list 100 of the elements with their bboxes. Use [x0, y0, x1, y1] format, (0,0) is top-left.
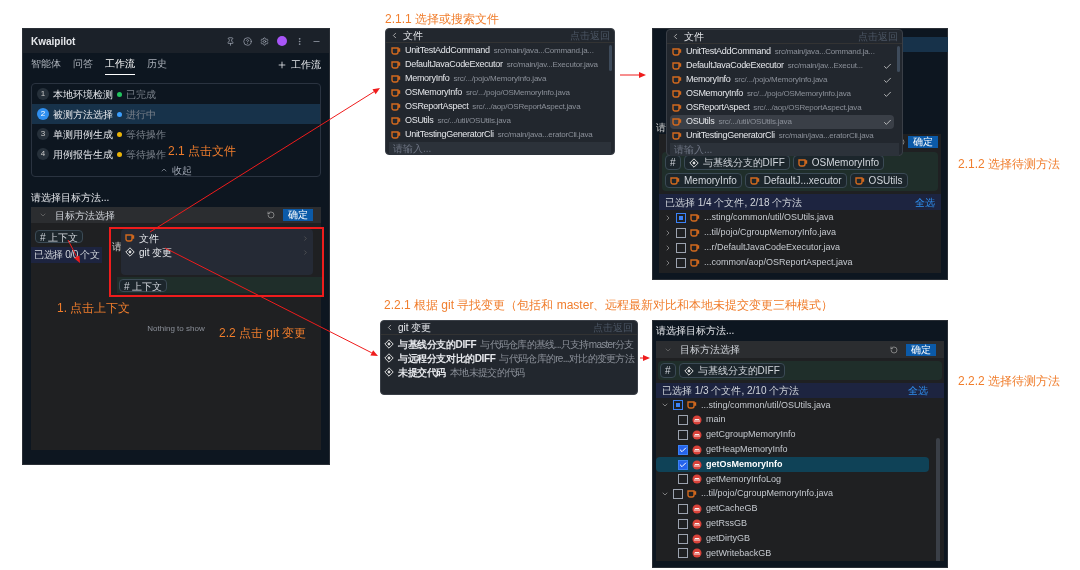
- avatar[interactable]: [277, 36, 287, 46]
- method-row[interactable]: getRssGB: [656, 516, 929, 532]
- file-option[interactable]: OSMemoryInfo src/.../pojo/OSMemoryInfo.java: [389, 86, 606, 100]
- checkbox[interactable]: [678, 415, 688, 426]
- search-field[interactable]: 请输入...: [389, 142, 611, 155]
- checkbox[interactable]: [676, 227, 686, 238]
- method-row[interactable]: getDirtyGB: [656, 531, 929, 546]
- git-option[interactable]: 与远程分支对比的DIFF 与代码仓库的re...对比的变更方法: [384, 351, 634, 365]
- checkbox[interactable]: [676, 242, 686, 253]
- back-icon[interactable]: [671, 32, 680, 41]
- checkbox[interactable]: [678, 430, 688, 440]
- checkbox[interactable]: [678, 474, 688, 485]
- file-option[interactable]: DefaultJavaCodeExecutor src/main/jav...Executor.java: [389, 58, 606, 72]
- tab[interactable]: 工作流: [105, 56, 135, 75]
- cup-icon: [690, 242, 700, 253]
- help-icon[interactable]: [243, 36, 252, 46]
- tab[interactable]: 历史: [147, 56, 167, 75]
- checkbox[interactable]: [678, 503, 688, 514]
- confirm-button[interactable]: 确定: [906, 343, 936, 356]
- tab[interactable]: 智能体: [31, 56, 61, 75]
- file-tree-row[interactable]: ...til/pojo/CgroupMemoryInfo.java: [659, 225, 941, 240]
- confirm-button[interactable]: 确定: [908, 136, 938, 148]
- back-icon[interactable]: [390, 31, 399, 40]
- section-title: 目标方法选择: [55, 208, 115, 223]
- checkbox[interactable]: [673, 489, 683, 500]
- checkbox[interactable]: [678, 548, 688, 559]
- file-option[interactable]: OSMemoryInfo src/.../pojo/OSMemoryInfo.java: [670, 87, 894, 101]
- git-option[interactable]: 与基线分支的DIFF 与代码仓库的基线...只支持master分支: [384, 337, 634, 351]
- checkbox[interactable]: [676, 257, 686, 268]
- step-status: 已完成: [126, 87, 156, 102]
- annotation-label: 2.1.2 选择待测方法: [958, 156, 1061, 173]
- file-option[interactable]: OSReportAspect src/.../aop/OSReportAspect.java: [670, 101, 894, 115]
- checkbox[interactable]: [676, 212, 686, 223]
- method-row[interactable]: getCgroupMemoryInfo: [656, 427, 929, 443]
- file-tree-row[interactable]: ...sting/common/util/OSUtils.java: [656, 398, 944, 413]
- new-workflow-button[interactable]: 工作流: [277, 57, 321, 75]
- file-tree-row[interactable]: ...sting/common/util/OSUtils.java: [659, 210, 941, 225]
- cup-icon: [690, 227, 700, 238]
- dropdown-title: 文件: [403, 29, 423, 43]
- method-row[interactable]: getOsMemoryInfo: [656, 457, 929, 472]
- method-row[interactable]: getMemoryInfoLog: [656, 472, 929, 487]
- menu-item[interactable]: git 变更: [125, 245, 309, 259]
- method-row[interactable]: main: [656, 412, 929, 428]
- more-icon[interactable]: [295, 36, 304, 46]
- file-tree-row[interactable]: ...r/DefaultJavaCodeExecutor.java: [659, 240, 941, 255]
- cup-icon: [687, 400, 697, 411]
- method-row[interactable]: getWritebackGB: [656, 545, 929, 561]
- context-tag[interactable]: # 上下文: [35, 229, 84, 243]
- step-name: 用例报告生成: [53, 147, 113, 162]
- step-status: 进行中: [126, 107, 156, 122]
- context-tag[interactable]: MemoryInfo: [665, 173, 742, 188]
- step-status: 等待操作: [126, 127, 166, 142]
- search-field[interactable]: 请输入...: [670, 143, 899, 156]
- pin-icon[interactable]: [226, 36, 235, 46]
- method-icon: [692, 444, 702, 455]
- checkbox[interactable]: [678, 518, 688, 529]
- file-option[interactable]: UnitTestingGeneratorCli src/main/java...eratorCli.java: [670, 129, 894, 143]
- file-option[interactable]: MemoryInfo src/.../pojo/MemoryInfo.java: [670, 73, 894, 87]
- confirm-button[interactable]: 确定: [283, 209, 313, 221]
- context-tag[interactable]: #: [665, 155, 681, 170]
- reset-icon[interactable]: [890, 345, 898, 354]
- file-option[interactable]: UnitTestAddCommand src/main/java...Command.ja...: [389, 44, 606, 58]
- method-row[interactable]: getCacheGB: [656, 501, 929, 517]
- prompt-text: 请选择目标方法...: [656, 324, 736, 337]
- step-row[interactable]: 1 本地环境检测 已完成: [32, 84, 161, 104]
- file-tree-row[interactable]: ...til/pojo/CgroupMemoryInfo.java: [656, 486, 944, 502]
- checkbox[interactable]: [678, 459, 688, 470]
- cup-icon: [672, 47, 682, 57]
- file-option[interactable]: OSReportAspect src/.../aop/OSReportAspect.java: [389, 100, 606, 114]
- reset-icon[interactable]: [267, 211, 275, 219]
- checkbox[interactable]: [678, 533, 688, 544]
- file-option[interactable]: UnitTestAddCommand src/main/java...Command.ja...: [670, 45, 894, 59]
- select-all-link[interactable]: 全选: [915, 194, 935, 210]
- tab[interactable]: 问答: [73, 56, 93, 75]
- git-option[interactable]: 未提交代码 本地未提交的代码: [384, 365, 634, 379]
- context-tag[interactable]: # 上下文: [119, 278, 168, 292]
- collapse-button[interactable]: 收起: [32, 164, 320, 176]
- settings-icon[interactable]: [260, 36, 269, 46]
- obscured-text: 请: [112, 240, 122, 254]
- menu-item[interactable]: 文件: [125, 231, 309, 245]
- back-icon[interactable]: [385, 323, 394, 332]
- cup-icon: [797, 157, 808, 168]
- step-row[interactable]: 2 被测方法选择 进行中: [32, 104, 320, 124]
- file-option[interactable]: OSUtils src/.../util/OSUtils.java: [670, 115, 894, 129]
- step-name: 本地环境检测: [53, 87, 113, 102]
- method-row[interactable]: getHeapMemoryInfo: [656, 442, 929, 458]
- select-all-link[interactable]: 全选: [908, 383, 928, 398]
- context-tag[interactable]: #: [660, 363, 676, 378]
- file-option[interactable]: MemoryInfo src/.../pojo/MemoryInfo.java: [389, 72, 606, 86]
- context-tag[interactable]: OSUtils: [849, 173, 908, 188]
- context-tag[interactable]: DefaultJ...xecutor: [744, 173, 847, 188]
- context-tag[interactable]: 与基线分支的DIFF: [678, 363, 785, 378]
- file-option[interactable]: DefaultJavaCodeExecutor src/main/jav...Execut...: [670, 59, 894, 73]
- file-option[interactable]: UnitTestingGeneratorCli src/main/java...eratorCli.java: [389, 128, 606, 142]
- checkbox[interactable]: [678, 444, 688, 455]
- step-row[interactable]: 3 单测用例生成 等待操作: [32, 124, 171, 144]
- file-tree-row[interactable]: ...common/aop/OSReportAspect.java: [659, 255, 941, 270]
- file-option[interactable]: OSUtils src/.../util/OSUtils.java: [389, 114, 606, 128]
- diamond-icon: [688, 157, 699, 168]
- checkbox[interactable]: [673, 400, 683, 411]
